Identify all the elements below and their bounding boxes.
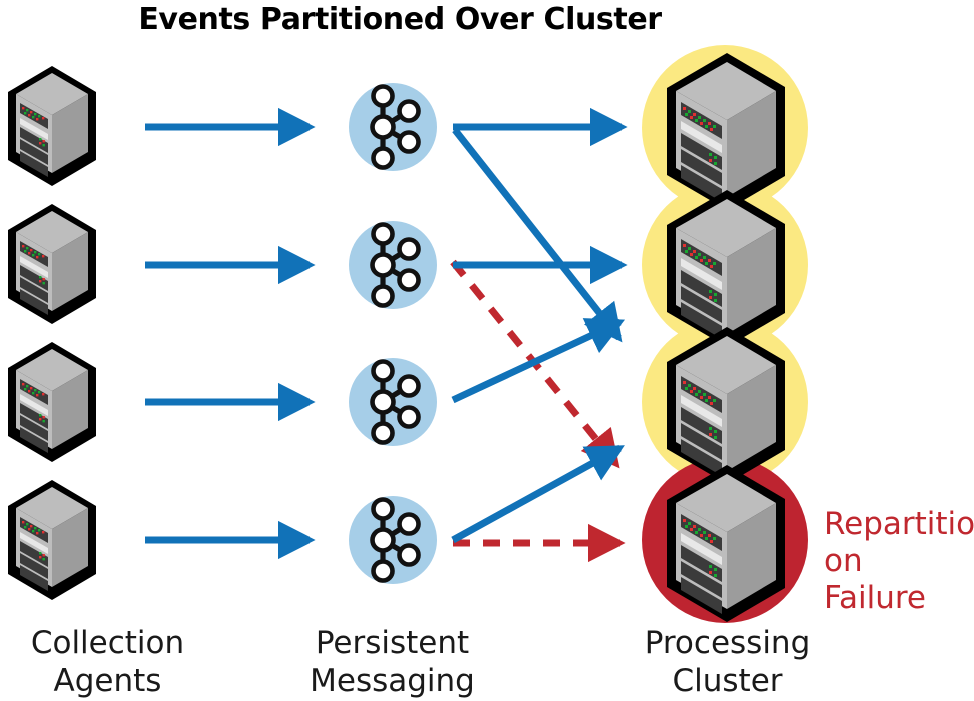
messaging-topic-node-2[interactable] [349, 221, 437, 309]
agent-to-topic-arrows [145, 107, 316, 560]
caption-line-2: Cluster [672, 663, 783, 699]
arrow-topic3-to-processor3 [451, 318, 626, 404]
caption-persistent-messaging: Persistent Messaging [285, 624, 500, 700]
caption-line-1: Persistent [315, 625, 470, 661]
arrow-topic1-to-processor3 [452, 127, 623, 343]
caption-processing-cluster: Processing Cluster [620, 624, 835, 700]
arrow-topic4-to-processor3 [451, 444, 625, 544]
collection-agents-group [8, 66, 96, 600]
collection-agent-server-2[interactable] [8, 204, 96, 324]
messaging-topic-node-3[interactable] [349, 358, 437, 446]
messaging-topic-node-1[interactable] [349, 83, 437, 171]
repartition-on-failure-annotation: Repartition on Failure [824, 506, 974, 617]
persistent-messaging-group [349, 83, 437, 584]
annotation-line-1: Repartition [824, 506, 974, 542]
caption-collection-agents: Collection Agents [0, 624, 215, 700]
caption-line-2: Agents [53, 663, 162, 699]
collection-agent-server-1[interactable] [8, 66, 96, 186]
annotation-line-2: on Failure [824, 543, 926, 616]
topic-to-processor-arrows [451, 107, 628, 544]
collection-agent-server-3[interactable] [8, 342, 96, 462]
collection-agent-server-4[interactable] [8, 480, 96, 600]
caption-line-1: Collection [30, 625, 185, 661]
diagram-canvas: Events Partitioned Over Cluster Collecti… [0, 0, 974, 701]
messaging-topic-node-4[interactable] [349, 496, 437, 584]
caption-line-1: Processing [644, 625, 811, 661]
caption-line-2: Messaging [310, 663, 475, 699]
